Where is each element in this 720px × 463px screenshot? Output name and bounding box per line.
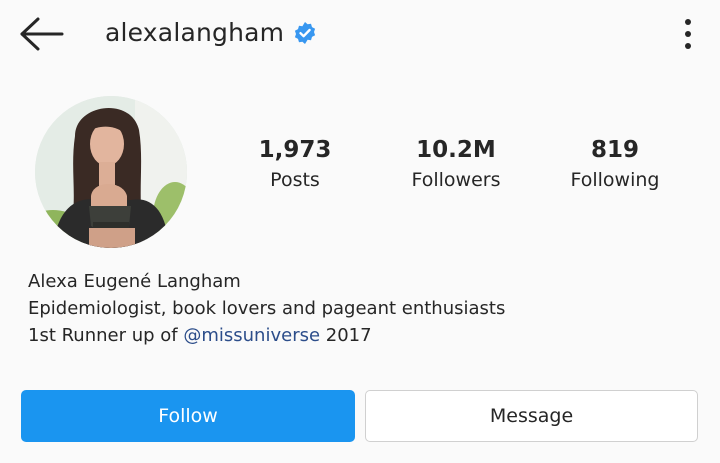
arrow-left-icon	[20, 17, 64, 51]
more-options-button[interactable]	[676, 14, 700, 54]
followers-count: 10.2M	[416, 137, 496, 163]
following-stat[interactable]: 819 Following	[545, 136, 685, 192]
message-button[interactable]: Message	[365, 390, 698, 442]
follow-button[interactable]: Follow	[21, 390, 355, 442]
posts-label: Posts	[270, 169, 320, 191]
verified-badge-icon	[295, 21, 316, 44]
posts-stat[interactable]: 1,973 Posts	[225, 136, 365, 192]
bio-line-2-prefix: 1st Runner up of	[28, 325, 184, 346]
bio-section: Alexa Eugené Langham Epidemiologist, boo…	[28, 268, 505, 349]
back-button[interactable]	[18, 14, 66, 54]
profile-photo	[35, 96, 187, 248]
following-label: Following	[570, 169, 660, 191]
bio-line-1: Epidemiologist, book lovers and pageant …	[28, 298, 506, 319]
top-bar: alexalangham	[0, 0, 720, 68]
avatar[interactable]	[35, 96, 187, 248]
followers-stat[interactable]: 10.2M Followers	[386, 136, 526, 192]
bio-line-2: 1st Runner up of @missuniverse 2017	[28, 322, 505, 349]
following-count: 819	[590, 137, 639, 163]
full-name: Alexa Eugené Langham	[28, 271, 241, 292]
mention-link[interactable]: @missuniverse	[183, 325, 320, 346]
profile-header: alexalangham	[105, 18, 317, 47]
posts-count: 1,973	[258, 137, 332, 163]
more-vertical-icon	[685, 19, 691, 49]
followers-label: Followers	[411, 169, 501, 191]
username: alexalangham	[105, 18, 285, 47]
bio-line-2-suffix: 2017	[320, 325, 372, 346]
